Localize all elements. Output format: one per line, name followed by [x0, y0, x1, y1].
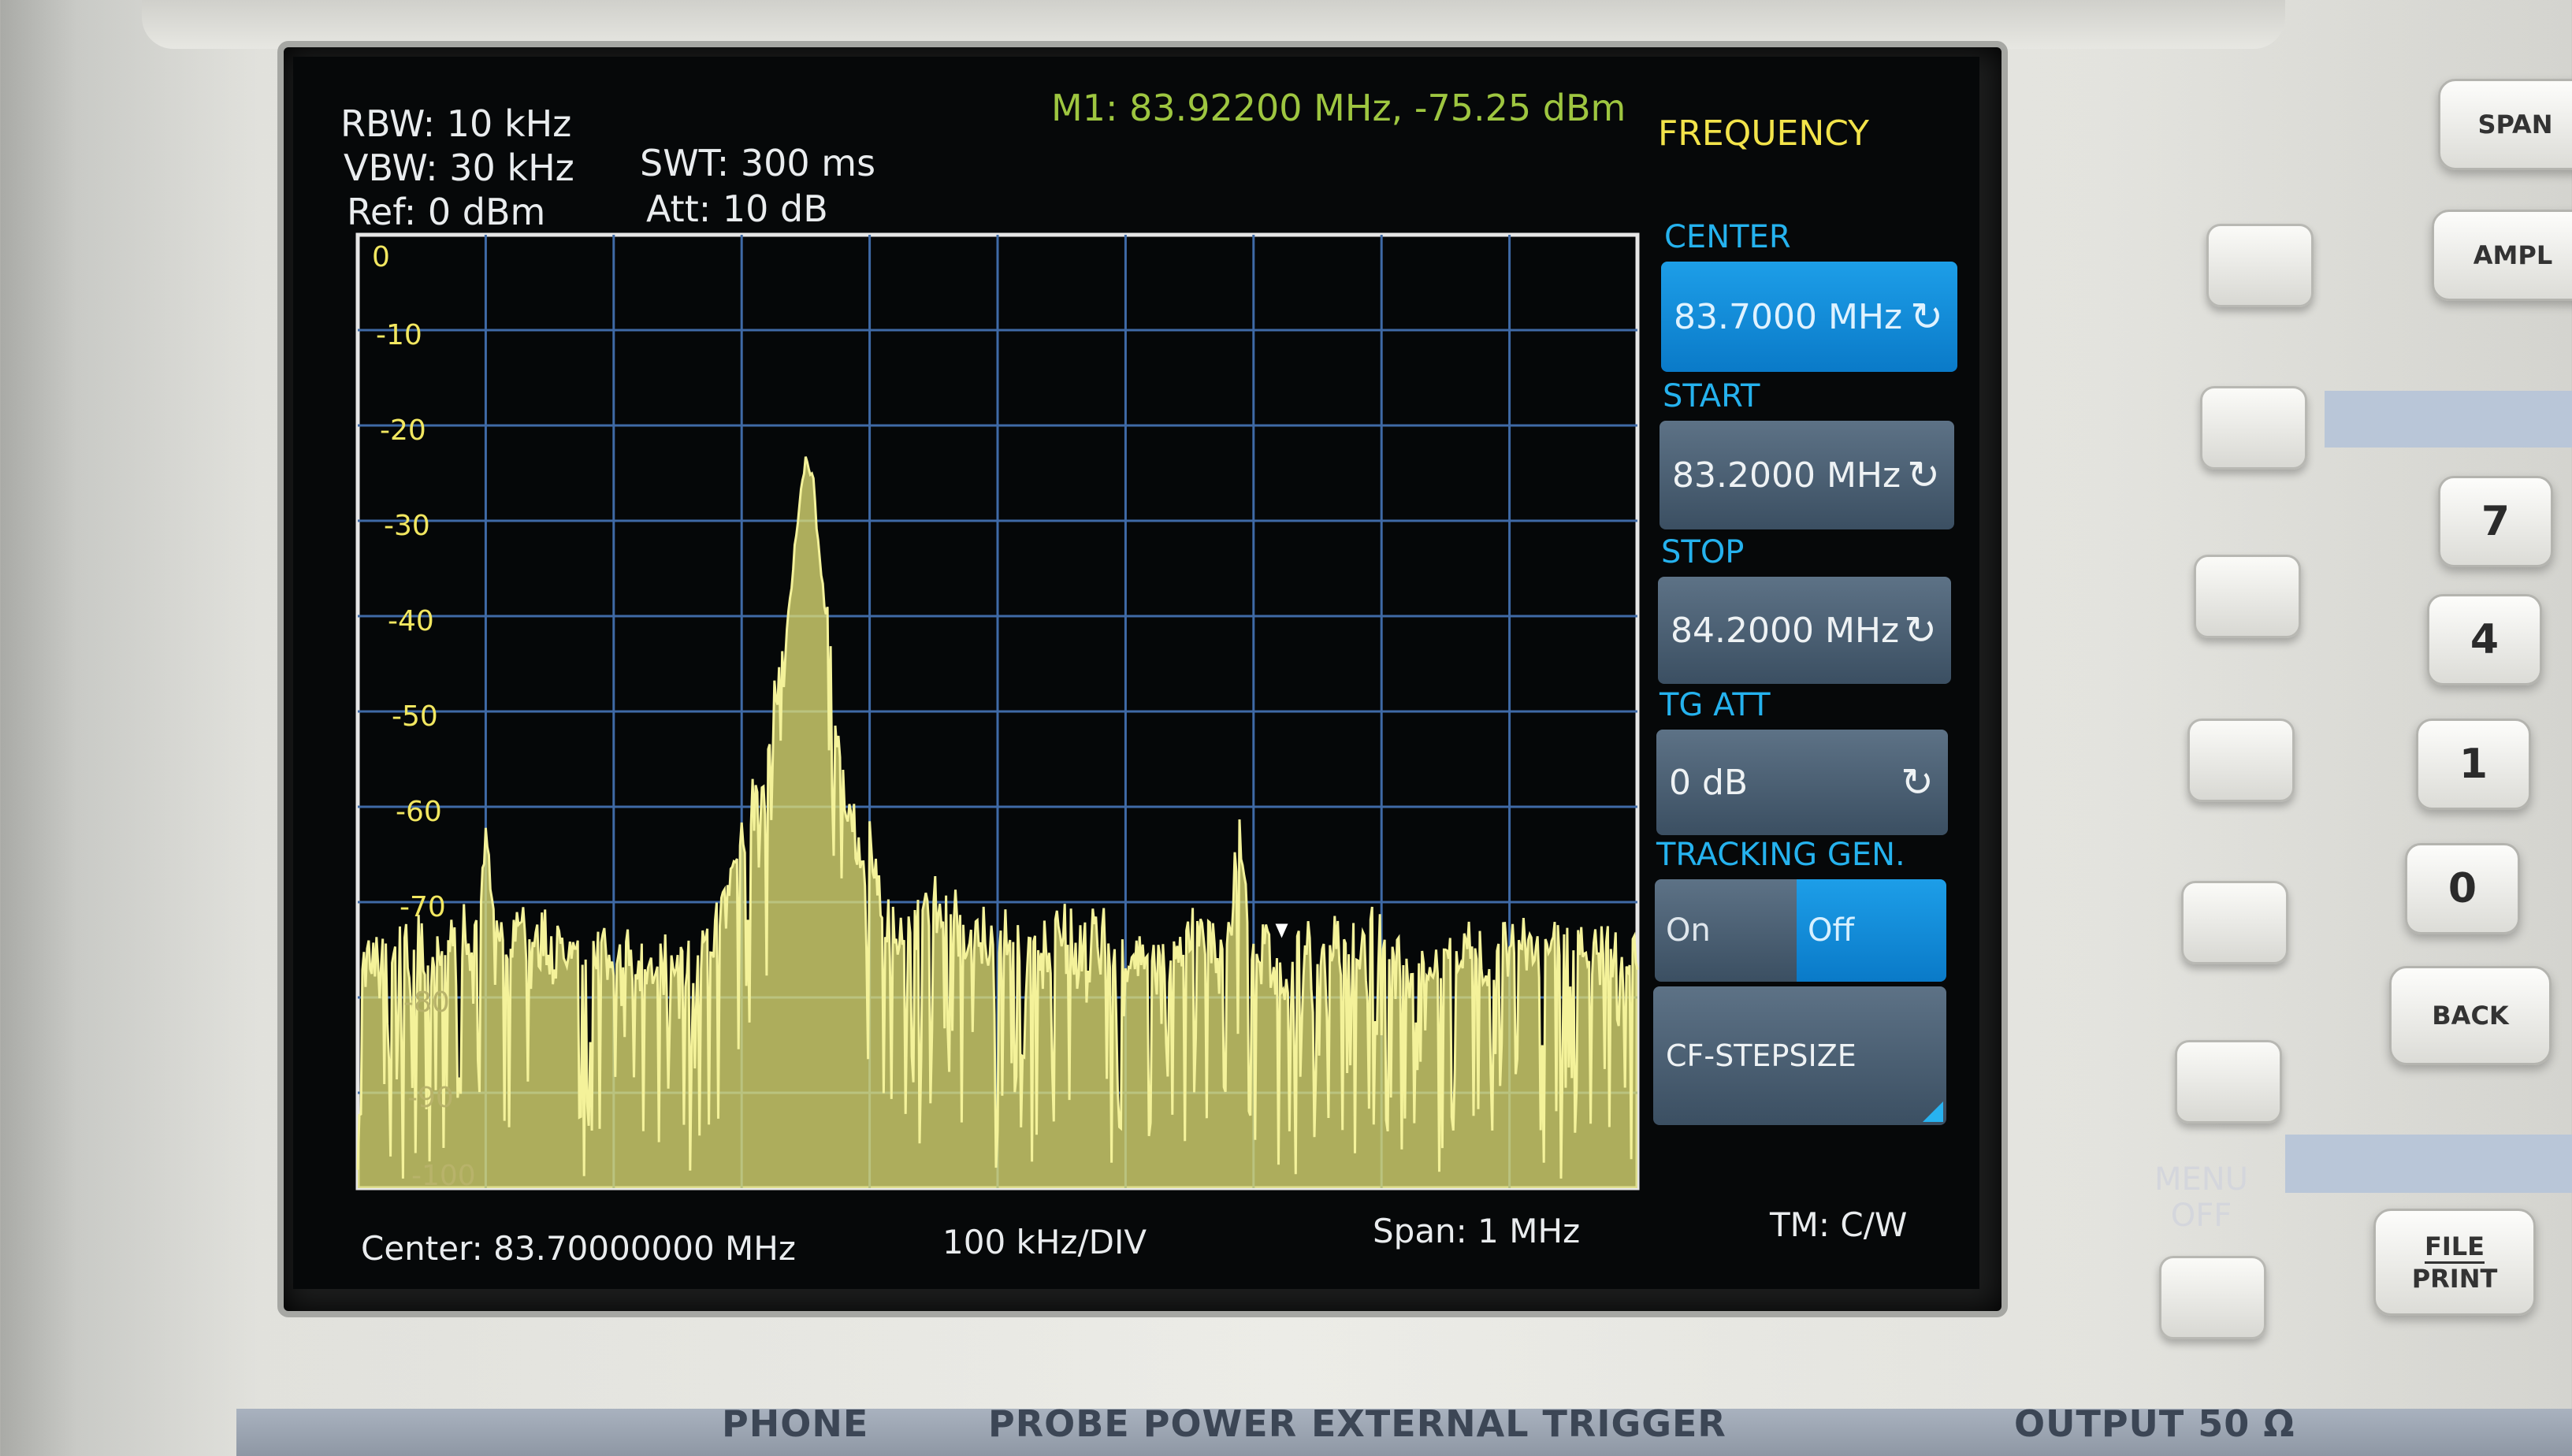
sweep-time-readout: SWT: 300 ms	[640, 142, 876, 184]
span-key[interactable]: SPAN	[2438, 79, 2572, 170]
file-print-key[interactable]: FILE PRINT	[2373, 1209, 2536, 1316]
spectrum-plot: 0 -10 -20 -30 -40 -50 -60 -70 -80 -90 -100	[351, 232, 1644, 1199]
output-50-ohm-label: OUTPUT 50 Ω	[2014, 1402, 2295, 1445]
ampl-key[interactable]: AMPL	[2432, 210, 2572, 301]
y-tick-label: -70	[400, 891, 446, 923]
y-tick-label: -20	[380, 414, 426, 447]
y-tick-label: -80	[403, 986, 450, 1019]
phone-label: PHONE	[722, 1402, 869, 1445]
menu-title: FREQUENCY	[1658, 113, 1870, 154]
tracking-gen-label: TRACKING GEN.	[1656, 837, 1905, 873]
y-tick-label: -100	[411, 1160, 476, 1192]
hardware-softkey-6[interactable]	[2175, 1040, 2282, 1124]
center-label: CENTER	[1664, 219, 1791, 255]
y-tick-label: -10	[376, 319, 422, 351]
y-tick-label: -40	[388, 605, 434, 637]
trace-mode-footer: TM: C/W	[1770, 1205, 1908, 1244]
submenu-corner-icon	[1923, 1101, 1943, 1122]
key-4[interactable]: 4	[2427, 594, 2542, 685]
cf-stepsize-label: CF-STEPSIZE	[1666, 1038, 1857, 1073]
rotary-icon: ↻	[1910, 294, 1943, 340]
cf-stepsize-softkey[interactable]: CF-STEPSIZE	[1653, 986, 1946, 1125]
external-trigger-label: EXTERNAL TRIGGER	[1311, 1402, 1726, 1445]
div-footer: 100 kHz/DIV	[942, 1223, 1147, 1261]
key-0[interactable]: 0	[2405, 843, 2520, 934]
tracking-off-option[interactable]: Off	[1797, 879, 1946, 982]
tg-att-softkey[interactable]: 0 dB ↻	[1656, 730, 1948, 835]
hardware-softkey-7[interactable]	[2159, 1256, 2266, 1339]
center-softkey[interactable]: 83.7000 MHz ↻	[1661, 262, 1957, 372]
stop-label: STOP	[1661, 534, 1745, 570]
key-7[interactable]: 7	[2438, 476, 2553, 567]
y-tick-label: -50	[392, 700, 438, 733]
rotary-icon: ↻	[1907, 452, 1940, 498]
back-key[interactable]: BACK	[2389, 966, 2552, 1065]
menu-off-legend: MENU OFF	[2154, 1161, 2248, 1234]
probe-power-label: PROBE POWER	[988, 1402, 1298, 1445]
rotary-icon: ↻	[1904, 607, 1937, 653]
start-softkey[interactable]: 83.2000 MHz ↻	[1660, 421, 1954, 529]
span-footer: Span: 1 MHz	[1373, 1212, 1581, 1250]
tg-att-value: 0 dB	[1669, 762, 1749, 803]
y-tick-label: 0	[372, 241, 390, 273]
panel-band-top	[2325, 391, 2572, 448]
tracking-gen-toggle[interactable]: On Off	[1655, 879, 1946, 982]
tg-att-label: TG ATT	[1660, 687, 1771, 723]
hardware-softkey-3[interactable]	[2194, 555, 2301, 638]
attenuation-readout: Att: 10 dB	[646, 188, 828, 230]
stop-softkey[interactable]: 84.2000 MHz ↻	[1658, 577, 1951, 684]
rotary-icon: ↻	[1901, 760, 1934, 805]
marker-readout: M1: 83.92200 MHz, -75.25 dBm	[1051, 87, 1626, 129]
y-tick-label: -60	[396, 796, 442, 828]
ref-level-readout: Ref: 0 dBm	[347, 191, 546, 233]
hardware-softkey-2[interactable]	[2200, 386, 2307, 470]
center-frequency-footer: Center: 83.70000000 MHz	[361, 1229, 796, 1268]
key-1[interactable]: 1	[2416, 719, 2531, 810]
vbw-readout: VBW: 30 kHz	[344, 147, 574, 189]
start-label: START	[1663, 378, 1760, 414]
stop-value: 84.2000 MHz	[1671, 610, 1900, 651]
start-value: 83.2000 MHz	[1672, 455, 1901, 496]
y-tick-label: -30	[384, 510, 430, 542]
tracking-on-option[interactable]: On	[1655, 879, 1797, 982]
hardware-softkey-4[interactable]	[2187, 719, 2295, 802]
panel-band-bottom	[2285, 1135, 2572, 1193]
analyzer-screen: RBW: 10 kHz VBW: 30 kHz Ref: 0 dBm SWT: …	[293, 57, 1979, 1289]
hardware-softkey-5[interactable]	[2181, 881, 2288, 964]
center-value: 83.7000 MHz	[1674, 296, 1903, 337]
y-tick-label: -90	[407, 1082, 454, 1114]
spectrum-svg: 0 -10 -20 -30 -40 -50 -60 -70 -80 -90 -100	[355, 232, 1640, 1192]
hardware-softkey-1[interactable]	[2206, 224, 2314, 307]
rbw-readout: RBW: 10 kHz	[340, 102, 572, 145]
